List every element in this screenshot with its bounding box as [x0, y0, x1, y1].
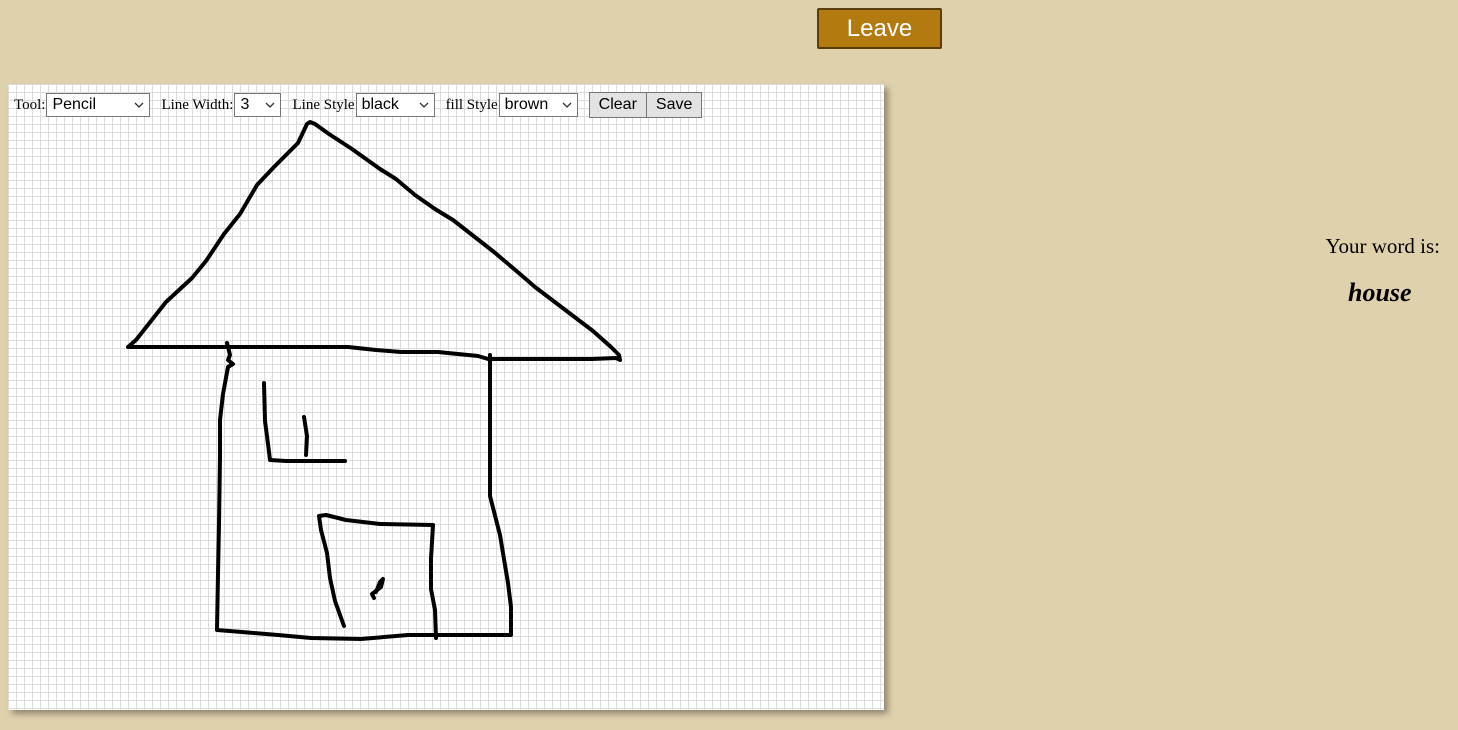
fill-style-select[interactable]: brown — [498, 93, 578, 117]
line-width-select[interactable]: 3 — [234, 93, 282, 117]
roof-stroke — [126, 120, 622, 362]
door-knob-stroke — [370, 577, 385, 600]
door-stroke — [317, 513, 438, 640]
tool-label: Tool: — [14, 96, 46, 113]
leave-button[interactable]: Leave — [817, 8, 942, 49]
sketch-drawing — [126, 120, 622, 641]
drawing-toolbar: Tool: Pencil Line Width: 3 Line Style bl… — [14, 92, 703, 118]
house-wall-left-stroke — [215, 341, 513, 641]
save-button[interactable]: Save — [645, 92, 703, 118]
clear-button[interactable]: Clear — [588, 92, 647, 118]
chevron-down-icon — [134, 102, 144, 108]
tool-select[interactable]: Pencil — [46, 93, 151, 117]
fill-style-label: fill Style — [445, 96, 498, 113]
line-style-label: Line Style — [292, 96, 355, 113]
chevron-down-icon — [266, 102, 275, 108]
chevron-down-icon — [562, 102, 572, 108]
line-style-select[interactable]: black — [355, 93, 435, 117]
line-width-select-value: 3 — [240, 96, 250, 113]
line-width-label: Line Width: — [161, 96, 234, 113]
chevron-down-icon — [419, 102, 429, 108]
word-prompt: Your word is: — [1325, 234, 1440, 258]
window-mullion-stroke — [302, 415, 309, 457]
line-style-select-value: black — [361, 96, 399, 113]
tool-select-value: Pencil — [52, 96, 97, 113]
secret-word: house — [1348, 278, 1412, 307]
drawing-canvas[interactable]: Tool: Pencil Line Width: 3 Line Style bl… — [8, 84, 884, 710]
fill-style-select-value: brown — [504, 96, 549, 113]
